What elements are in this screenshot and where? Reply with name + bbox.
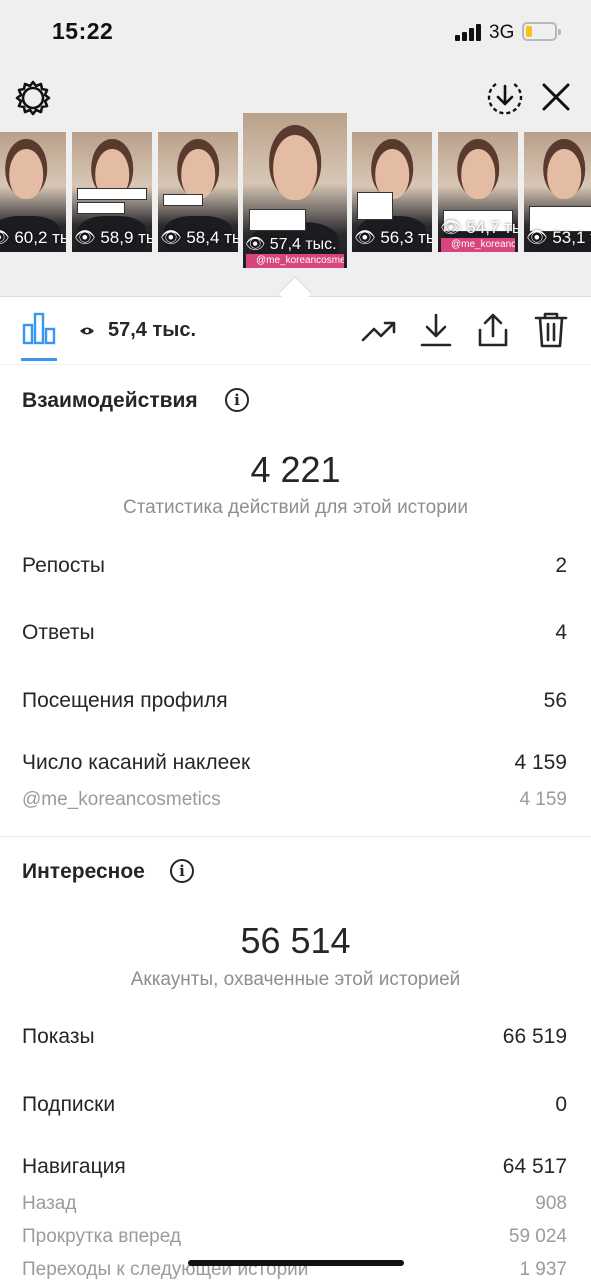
story-thumbnail[interactable]: 👁 58,9 тыс. <box>72 132 152 252</box>
sub-label-sticker-account[interactable]: @me_koreancosmetics <box>22 789 221 811</box>
story-views: 60,2 тыс. <box>14 228 66 247</box>
row-label-impressions: Показы <box>22 1025 95 1048</box>
discovery-caption: Аккаунты, охваченные этой историей <box>130 969 461 990</box>
row-value-replies: 4 <box>555 621 567 644</box>
interactions-total: 4 221 <box>250 449 341 490</box>
story-thumbnail-strip[interactable]: 👁 60,2 тыс. 👁 58,9 тыс. 👁 58,4 тыс. 👁 57… <box>0 113 591 273</box>
network-label: 3G <box>489 22 515 43</box>
row-label-replies: Ответы <box>22 621 95 644</box>
info-icon[interactable]: i <box>225 388 249 412</box>
status-time: 15:22 <box>52 18 114 44</box>
row-label-navigation: Навигация <box>22 1155 126 1178</box>
story-toolbar: 57,4 тыс. <box>0 297 591 365</box>
sub-value-next-story: 1 937 <box>519 1259 567 1280</box>
share-icon[interactable] <box>475 312 511 348</box>
row-label-profile-visits: Посещения профиля <box>22 689 228 712</box>
bar-chart-icon[interactable] <box>22 311 56 345</box>
close-icon[interactable] <box>539 80 573 114</box>
story-views: 53,1 тыс. <box>552 228 591 247</box>
sub-value-forward: 59 024 <box>508 1226 567 1247</box>
sub-label-forward: Прокрутка вперед <box>22 1226 181 1247</box>
eye-icon: 👁 <box>160 228 182 247</box>
eye-icon: 👁 <box>74 228 96 247</box>
section-divider <box>0 836 591 837</box>
mention-sticker: @me_koreancosmetics <box>246 254 344 268</box>
row-value-follows: 0 <box>555 1093 567 1116</box>
eye-icon: 👁 <box>245 236 266 253</box>
story-thumbnail[interactable]: 👁 53,1 тыс. <box>524 132 591 252</box>
eye-icon: 👁 <box>0 228 10 247</box>
row-value-navigation: 64 517 <box>502 1155 567 1178</box>
eye-icon: 👁 <box>526 228 548 247</box>
story-views: 58,9 тыс. <box>100 228 152 247</box>
story-thumbnail[interactable]: 👁 58,4 тыс. <box>158 132 238 252</box>
eye-icon: 👁 <box>354 228 376 247</box>
gear-icon[interactable] <box>14 79 52 117</box>
sub-value-back: 908 <box>535 1193 567 1214</box>
sub-label-back: Назад <box>22 1193 77 1214</box>
story-views: 58,4 тыс. <box>186 228 238 247</box>
row-value-reposts: 2 <box>555 554 567 577</box>
eye-icon: 👁 <box>440 218 462 237</box>
eye-icon <box>80 327 94 335</box>
discovery-title: Интересное <box>22 860 145 883</box>
story-thumbnail[interactable]: 👁 54,7 тыс. @me_koreancosmetics <box>438 132 518 252</box>
interactions-caption: Статистика действий для этой истории <box>122 497 469 518</box>
row-label-sticker-taps: Число касаний наклеек <box>22 751 251 774</box>
story-viewer-header: 15:22 3G 👁 60,2 тыс. 👁 58,9 тыс. 👁 58,4 <box>0 0 591 297</box>
interactions-title: Взаимодействия <box>22 389 198 412</box>
story-thumbnail-selected[interactable]: 👁 57,4 тыс. @me_koreancosmetics <box>243 113 347 268</box>
story-thumbnail[interactable]: 👁 60,2 тыс. <box>0 132 66 252</box>
discovery-total: 56 514 <box>240 920 351 961</box>
signal-icon <box>455 23 483 41</box>
battery-icon <box>522 22 561 41</box>
row-value-profile-visits: 56 <box>543 689 567 712</box>
tab-underline <box>21 358 57 361</box>
story-views: 56,3 тыс. <box>380 228 432 247</box>
download-circle-icon[interactable] <box>486 78 524 116</box>
views-count: 57,4 тыс. <box>108 319 197 341</box>
trash-icon[interactable] <box>533 312 569 348</box>
trending-up-icon[interactable] <box>361 312 397 348</box>
home-indicator[interactable] <box>188 1260 404 1266</box>
status-bar: 15:22 3G <box>0 0 591 66</box>
row-value-impressions: 66 519 <box>502 1025 567 1048</box>
row-label-reposts: Репосты <box>22 554 106 577</box>
story-thumbnail[interactable]: 👁 56,3 тыс. <box>352 132 432 252</box>
download-icon[interactable] <box>418 312 454 348</box>
row-value-sticker-taps: 4 159 <box>514 751 567 774</box>
sub-value-sticker-account: 4 159 <box>519 789 567 810</box>
row-label-follows: Подписки <box>22 1093 116 1116</box>
story-views: 54,7 тыс. <box>466 218 518 237</box>
info-icon[interactable]: i <box>170 859 194 883</box>
story-views: 57,4 тыс. <box>269 236 337 253</box>
mention-sticker: @me_koreancosmetics <box>441 238 515 252</box>
